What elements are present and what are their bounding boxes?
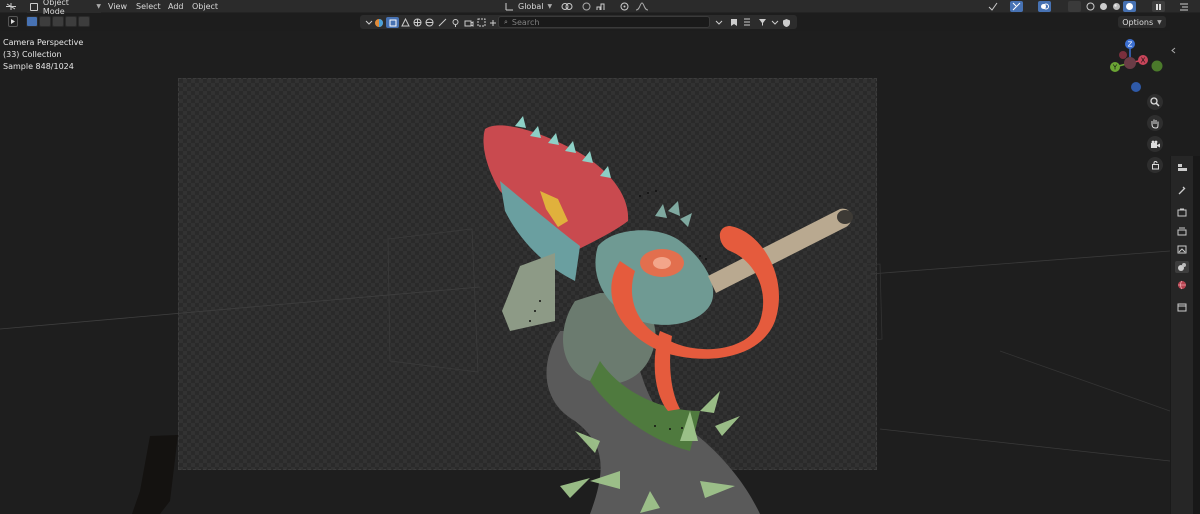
camera-icon[interactable] <box>1147 136 1163 152</box>
overlays-toggle-icon[interactable] <box>1038 1 1051 12</box>
menu-add-label: Add <box>168 2 184 11</box>
gizmo-center <box>1124 57 1136 69</box>
select-mode-subtract-button[interactable] <box>52 16 64 27</box>
sidebar-toggle-icon[interactable] <box>1177 1 1190 12</box>
snap-target-icon[interactable] <box>594 1 607 12</box>
solid-shading-icon[interactable] <box>1097 1 1110 12</box>
wireframe-shading-icon[interactable] <box>1084 1 1097 12</box>
transform-orientation-label: Global <box>518 2 544 11</box>
search-input[interactable]: ⌕ Search <box>498 16 710 28</box>
object-visibility-icon[interactable] <box>986 1 999 12</box>
menu-object[interactable]: Object <box>192 0 218 13</box>
world-properties-icon[interactable] <box>1175 279 1189 291</box>
falloff-curve-icon[interactable] <box>632 1 652 12</box>
gizmo-x-label: X <box>1141 57 1146 65</box>
chevron-down-icon: ▼ <box>547 3 553 10</box>
editor-type-icon[interactable] <box>4 1 17 12</box>
rendered-character <box>132 116 853 514</box>
collection-properties-icon[interactable] <box>1175 301 1189 313</box>
options-label: Options <box>1122 17 1154 27</box>
tool-properties-icon[interactable] <box>1175 184 1189 196</box>
scene-properties-icon[interactable] <box>1175 261 1189 273</box>
gizmo-toggle-icon[interactable] <box>1010 1 1023 12</box>
filter-dropdown-icon[interactable] <box>712 17 725 28</box>
gizmo-z-label: Z <box>1128 41 1133 49</box>
select-mode-extend-button[interactable] <box>39 16 51 27</box>
chevron-down-icon: ▼ <box>96 3 101 10</box>
chevron-left-icon[interactable] <box>1167 45 1180 56</box>
transform-orientation-dropdown[interactable]: Global ▼ <box>518 0 552 13</box>
viewport-header: Object Mode ▼ View Select Add Object Glo… <box>0 0 1200 16</box>
gizmo-neg-x-axis[interactable] <box>1119 51 1127 59</box>
proportional-editing-icon[interactable] <box>618 1 631 12</box>
3d-viewport[interactable]: Camera Perspective (33) Collection Sampl… <box>0 31 1170 514</box>
menu-add[interactable]: Add <box>168 0 184 13</box>
view-layer-properties-icon[interactable] <box>1175 243 1189 255</box>
menu-select[interactable]: Select <box>136 0 161 13</box>
object-filter-icon[interactable] <box>386 17 399 28</box>
search-placeholder: Search <box>511 17 540 27</box>
properties-editor-edge <box>1193 156 1200 514</box>
options-dropdown[interactable]: Options ▼ <box>1118 16 1166 28</box>
object-mode-label: Object Mode <box>42 0 69 16</box>
select-mode-new-button[interactable] <box>26 16 38 27</box>
bookmark-icon[interactable] <box>727 17 740 28</box>
magnifier-icon[interactable] <box>1147 94 1163 110</box>
menu-view-label: View <box>108 2 127 11</box>
material-shading-icon[interactable] <box>1110 1 1123 12</box>
snap-icon[interactable] <box>580 1 593 12</box>
armature-filter-icon[interactable] <box>436 17 449 28</box>
menu-select-label: Select <box>136 2 161 11</box>
camera-label: Camera Perspective <box>3 38 84 47</box>
search-icon: ⌕ <box>504 17 508 26</box>
xray-toggle-icon[interactable] <box>1068 1 1081 12</box>
transform-orientation-icon <box>503 1 516 12</box>
sample-count-label: Sample 848/1024 <box>3 62 74 71</box>
light-filter-icon[interactable] <box>449 17 462 28</box>
object-mode-dropdown[interactable]: Object Mode ▼ <box>27 0 101 16</box>
navigation-gizmo[interactable]: Z Y X <box>1105 37 1165 101</box>
shield-icon[interactable] <box>780 17 793 28</box>
object-mode-icon <box>30 2 38 11</box>
render-properties-icon[interactable] <box>1175 206 1189 218</box>
pause-render-icon[interactable] <box>1152 1 1165 12</box>
menu-view[interactable]: View <box>108 0 127 13</box>
select-mode-intersect-button[interactable] <box>78 16 90 27</box>
gizmo-y-label: Y <box>1112 64 1118 72</box>
world-filter-icon[interactable] <box>423 17 436 28</box>
scene-icon[interactable] <box>372 17 385 28</box>
menu-object-label: Object <box>192 2 219 11</box>
gizmo-neg-y-axis[interactable] <box>1151 60 1163 72</box>
collection-label: (33) Collection <box>3 50 62 59</box>
properties-editor-type-icon[interactable] <box>1175 161 1189 173</box>
rendered-shading-icon[interactable] <box>1123 1 1136 12</box>
hand-icon[interactable] <box>1147 115 1163 131</box>
output-properties-icon[interactable] <box>1175 225 1189 237</box>
lock-icon[interactable] <box>1147 157 1163 173</box>
select-mode-invert-button[interactable] <box>65 16 77 27</box>
chevron-down-icon: ▼ <box>1157 18 1162 26</box>
sort-icon[interactable] <box>740 17 753 28</box>
pivot-point-icon[interactable] <box>559 1 575 12</box>
select-box-tool-button[interactable] <box>8 16 18 27</box>
camera-filter-icon[interactable] <box>462 17 475 28</box>
gizmo-neg-z-axis[interactable] <box>1131 82 1141 92</box>
